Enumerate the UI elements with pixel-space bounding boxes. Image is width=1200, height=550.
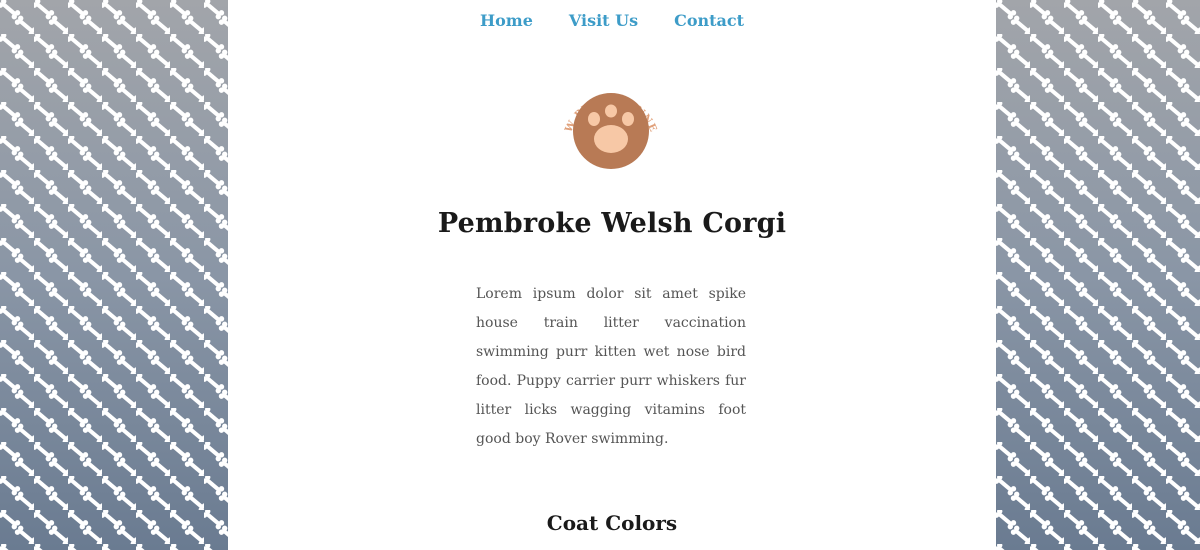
breed-description: Lorem ipsum dolor sit amet spike house t…: [476, 286, 746, 447]
content-card: Home Visit Us Contact PAW PRINT KENNELS …: [228, 0, 996, 550]
nav-link-contact[interactable]: Contact: [674, 9, 744, 33]
paw-logo-icon: PAW PRINT KENNELS: [550, 62, 658, 169]
section-heading-coat-colors: Coat Colors: [546, 511, 678, 535]
bone-pattern-background-right: [996, 0, 1200, 550]
page-title: Pembroke Welsh Corgi: [437, 208, 787, 239]
top-navigation: Home Visit Us Contact: [228, 9, 996, 33]
nav-link-home[interactable]: Home: [480, 9, 533, 33]
paw-print-kennels-logo[interactable]: PAW PRINT KENNELS: [550, 62, 667, 172]
bone-pattern-background-left: [0, 0, 228, 550]
nav-link-visit-us[interactable]: Visit Us: [569, 9, 638, 33]
